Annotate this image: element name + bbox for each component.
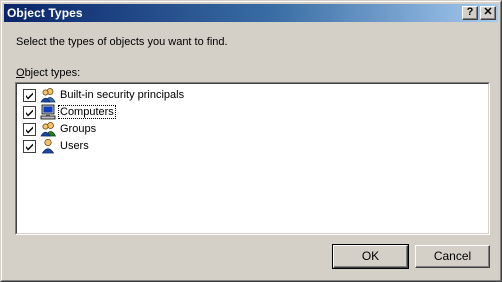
list-item-builtin-security-principals[interactable]: Built-in security principals	[23, 87, 323, 103]
label-accelerator: O	[16, 67, 25, 79]
object-types-dialog: Object Types ? ✕ Select the types of obj…	[0, 0, 502, 282]
checkbox-builtin-security-principals[interactable]	[23, 89, 36, 102]
cancel-button[interactable]: Cancel	[415, 245, 490, 268]
list-item-computers[interactable]: Computers	[23, 104, 323, 120]
ok-button[interactable]: OK	[332, 244, 409, 269]
help-icon: ?	[466, 6, 474, 18]
help-button[interactable]: ?	[462, 6, 478, 20]
user-icon	[41, 138, 55, 154]
checkmark-icon	[26, 143, 33, 151]
object-types-label: Object types:	[16, 67, 80, 79]
list-item-label: Groups	[60, 123, 97, 135]
window-title: Object Types	[7, 6, 83, 20]
close-icon: ✕	[483, 6, 493, 18]
checkbox-groups[interactable]	[23, 123, 36, 136]
checkmark-icon	[26, 126, 33, 134]
checkbox-computers[interactable]	[23, 106, 36, 119]
list-item-label: Computers	[58, 105, 116, 119]
close-button[interactable]: ✕	[480, 6, 496, 20]
checkmark-icon	[26, 92, 33, 100]
instruction-text: Select the types of objects you want to …	[16, 36, 228, 48]
computer-icon	[40, 104, 56, 120]
checkmark-icon	[26, 109, 33, 117]
list-item-label: Users	[60, 140, 89, 152]
list-item-groups[interactable]: Groups	[23, 121, 323, 137]
group-icon	[40, 122, 56, 137]
object-types-list[interactable]: Built-in security principals Computers G…	[15, 82, 490, 235]
security-principals-icon	[40, 88, 56, 103]
label-rest: bject types:	[24, 67, 81, 79]
list-item-label: Built-in security principals	[60, 89, 185, 101]
title-bar[interactable]: Object Types ? ✕	[4, 4, 498, 22]
checkbox-users[interactable]	[23, 140, 36, 153]
list-item-users[interactable]: Users	[23, 138, 323, 154]
